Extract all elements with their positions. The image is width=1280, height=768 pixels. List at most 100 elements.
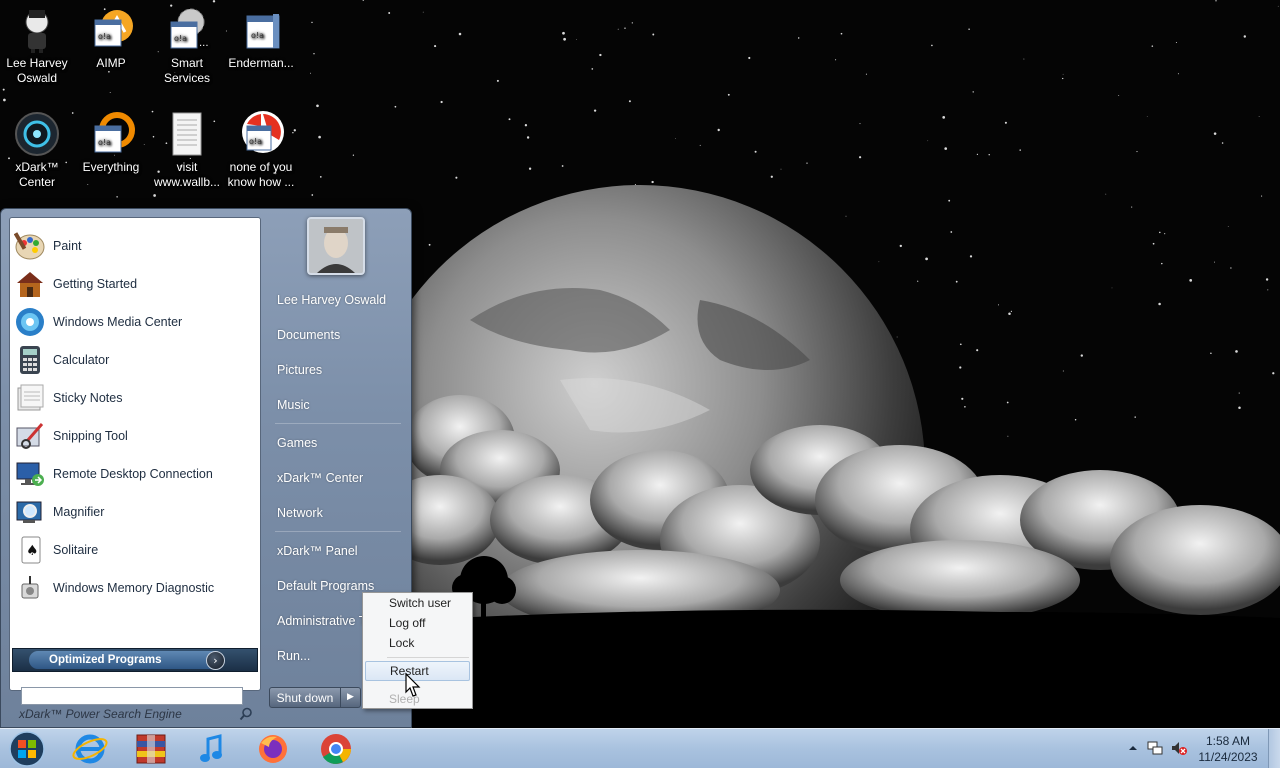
star bbox=[1152, 242, 1155, 245]
chrome-icon[interactable] bbox=[310, 731, 362, 767]
star bbox=[1131, 206, 1133, 208]
firefox-icon[interactable] bbox=[247, 731, 299, 767]
right-item-xdark-panel[interactable]: xDark™ Panel bbox=[271, 537, 407, 565]
star bbox=[845, 215, 847, 217]
star bbox=[1272, 372, 1275, 375]
desktop-icon-enderman[interactable]: o!a Enderman... bbox=[224, 6, 298, 71]
magnifier-icon bbox=[16, 501, 42, 523]
search-input[interactable] bbox=[21, 687, 243, 705]
menu-item-lock[interactable]: Lock bbox=[365, 633, 470, 653]
chevron-up-icon[interactable] bbox=[1124, 739, 1142, 757]
desktop-icon-user-folder[interactable]: Lee Harvey Oswald bbox=[0, 6, 74, 86]
right-item-pictures[interactable]: Pictures bbox=[271, 356, 407, 384]
right-item-games[interactable]: Games bbox=[271, 429, 407, 457]
internet-explorer-icon[interactable] bbox=[64, 731, 116, 767]
star bbox=[422, 11, 424, 13]
star bbox=[1151, 45, 1154, 47]
program-remote-desktop[interactable]: Remote Desktop Connection bbox=[14, 456, 258, 492]
star bbox=[727, 93, 730, 96]
desktop-icon-none-of-you[interactable]: o!a none of you know how ... bbox=[224, 110, 298, 190]
star bbox=[1062, 370, 1064, 372]
shutdown-button[interactable]: Shut down bbox=[269, 687, 341, 708]
show-desktop-button[interactable] bbox=[1268, 729, 1280, 768]
star bbox=[458, 32, 462, 36]
star bbox=[634, 183, 636, 186]
star bbox=[310, 72, 311, 74]
user-avatar[interactable] bbox=[307, 217, 365, 275]
remote-desktop-icon bbox=[16, 462, 44, 486]
program-windows-media-center[interactable]: Windows Media Center bbox=[14, 304, 258, 340]
start-button[interactable] bbox=[5, 730, 49, 768]
network-icon[interactable] bbox=[1146, 739, 1164, 757]
star bbox=[959, 366, 962, 369]
separator bbox=[275, 531, 401, 532]
star bbox=[699, 144, 701, 146]
star bbox=[1008, 312, 1011, 316]
desktop-icon-smart-services[interactable]: o!a... Smart Services bbox=[150, 6, 224, 86]
program-getting-started[interactable]: Getting Started bbox=[14, 266, 258, 302]
right-item-user-folder[interactable]: Lee Harvey Oswald bbox=[271, 286, 407, 314]
program-snipping-tool[interactable]: Snipping Tool bbox=[14, 418, 258, 454]
right-item-xdark-center[interactable]: xDark™ Center bbox=[271, 464, 407, 492]
right-item-network[interactable]: Network bbox=[271, 499, 407, 527]
volume-muted-icon[interactable] bbox=[1170, 739, 1188, 757]
right-item-documents[interactable]: Documents bbox=[271, 321, 407, 349]
star bbox=[917, 280, 919, 282]
star bbox=[1175, 41, 1177, 44]
svg-text:o!a: o!a bbox=[98, 138, 111, 147]
star bbox=[388, 12, 391, 14]
star bbox=[859, 123, 861, 125]
star bbox=[1010, 310, 1013, 312]
program-label: Snipping Tool bbox=[53, 429, 128, 443]
desktop-icon-everything[interactable]: o!a Everything bbox=[74, 110, 148, 175]
star bbox=[212, 0, 216, 3]
star bbox=[865, 73, 867, 75]
menu-item-log-off[interactable]: Log off bbox=[365, 613, 470, 633]
star bbox=[976, 349, 979, 352]
star bbox=[1210, 352, 1212, 354]
star bbox=[961, 397, 964, 400]
star bbox=[959, 343, 962, 346]
program-paint[interactable]: Paint bbox=[14, 228, 258, 264]
desktop-icon-label: AIMP bbox=[96, 56, 126, 70]
menu-item-switch-user[interactable]: Switch user bbox=[365, 593, 470, 613]
star bbox=[1118, 94, 1120, 96]
programs-pane: Paint Getting Started Windows Media Cent… bbox=[9, 217, 261, 691]
red-app-icon: o!a bbox=[237, 110, 285, 158]
program-sticky-notes[interactable]: Sticky Notes bbox=[14, 380, 258, 416]
desktop-icon-label: Lee Harvey Oswald bbox=[6, 56, 68, 85]
search-icon[interactable] bbox=[239, 707, 253, 721]
itunes-icon[interactable] bbox=[186, 731, 238, 767]
star bbox=[591, 68, 594, 70]
desktop-icon-label: Everything bbox=[82, 160, 140, 174]
desktop-icon-aimp[interactable]: o!a AIMP bbox=[74, 6, 148, 71]
desktop-icon-wallpaper-link[interactable]: visit www.wallb... bbox=[150, 110, 224, 190]
star bbox=[896, 336, 898, 338]
desktop-icon-xdark-center[interactable]: xDark™ Center bbox=[0, 110, 74, 190]
search-placeholder: xDark™ Power Search Engine bbox=[19, 707, 182, 721]
taskbar: 1:58 AM 11/24/2023 bbox=[0, 728, 1280, 768]
program-label: Getting Started bbox=[53, 277, 138, 291]
star bbox=[428, 243, 431, 246]
program-solitaire[interactable]: ♠ Solitaire bbox=[14, 532, 258, 568]
star bbox=[524, 124, 528, 127]
media-center-icon bbox=[16, 308, 44, 336]
star bbox=[964, 406, 966, 408]
sticky-notes-icon bbox=[17, 384, 44, 411]
star bbox=[1265, 278, 1269, 281]
optimized-programs-button[interactable]: Optimized Programs › bbox=[12, 648, 258, 672]
program-memory-diagnostic[interactable]: Windows Memory Diagnostic bbox=[14, 570, 258, 606]
star bbox=[1261, 195, 1263, 197]
star bbox=[1080, 354, 1083, 357]
archive-icon[interactable] bbox=[125, 731, 177, 767]
star bbox=[840, 32, 843, 35]
program-calculator[interactable]: Calculator bbox=[14, 342, 258, 378]
program-magnifier[interactable]: Magnifier bbox=[14, 494, 258, 530]
program-label: Sticky Notes bbox=[53, 391, 123, 405]
clock[interactable]: 1:58 AM 11/24/2023 bbox=[1196, 733, 1260, 765]
right-item-music[interactable]: Music bbox=[271, 391, 407, 419]
shutdown-options-arrow[interactable]: ▶ bbox=[341, 687, 361, 708]
desktop-icon-label: Smart Services bbox=[163, 56, 210, 85]
star bbox=[835, 59, 837, 61]
star bbox=[748, 56, 751, 60]
